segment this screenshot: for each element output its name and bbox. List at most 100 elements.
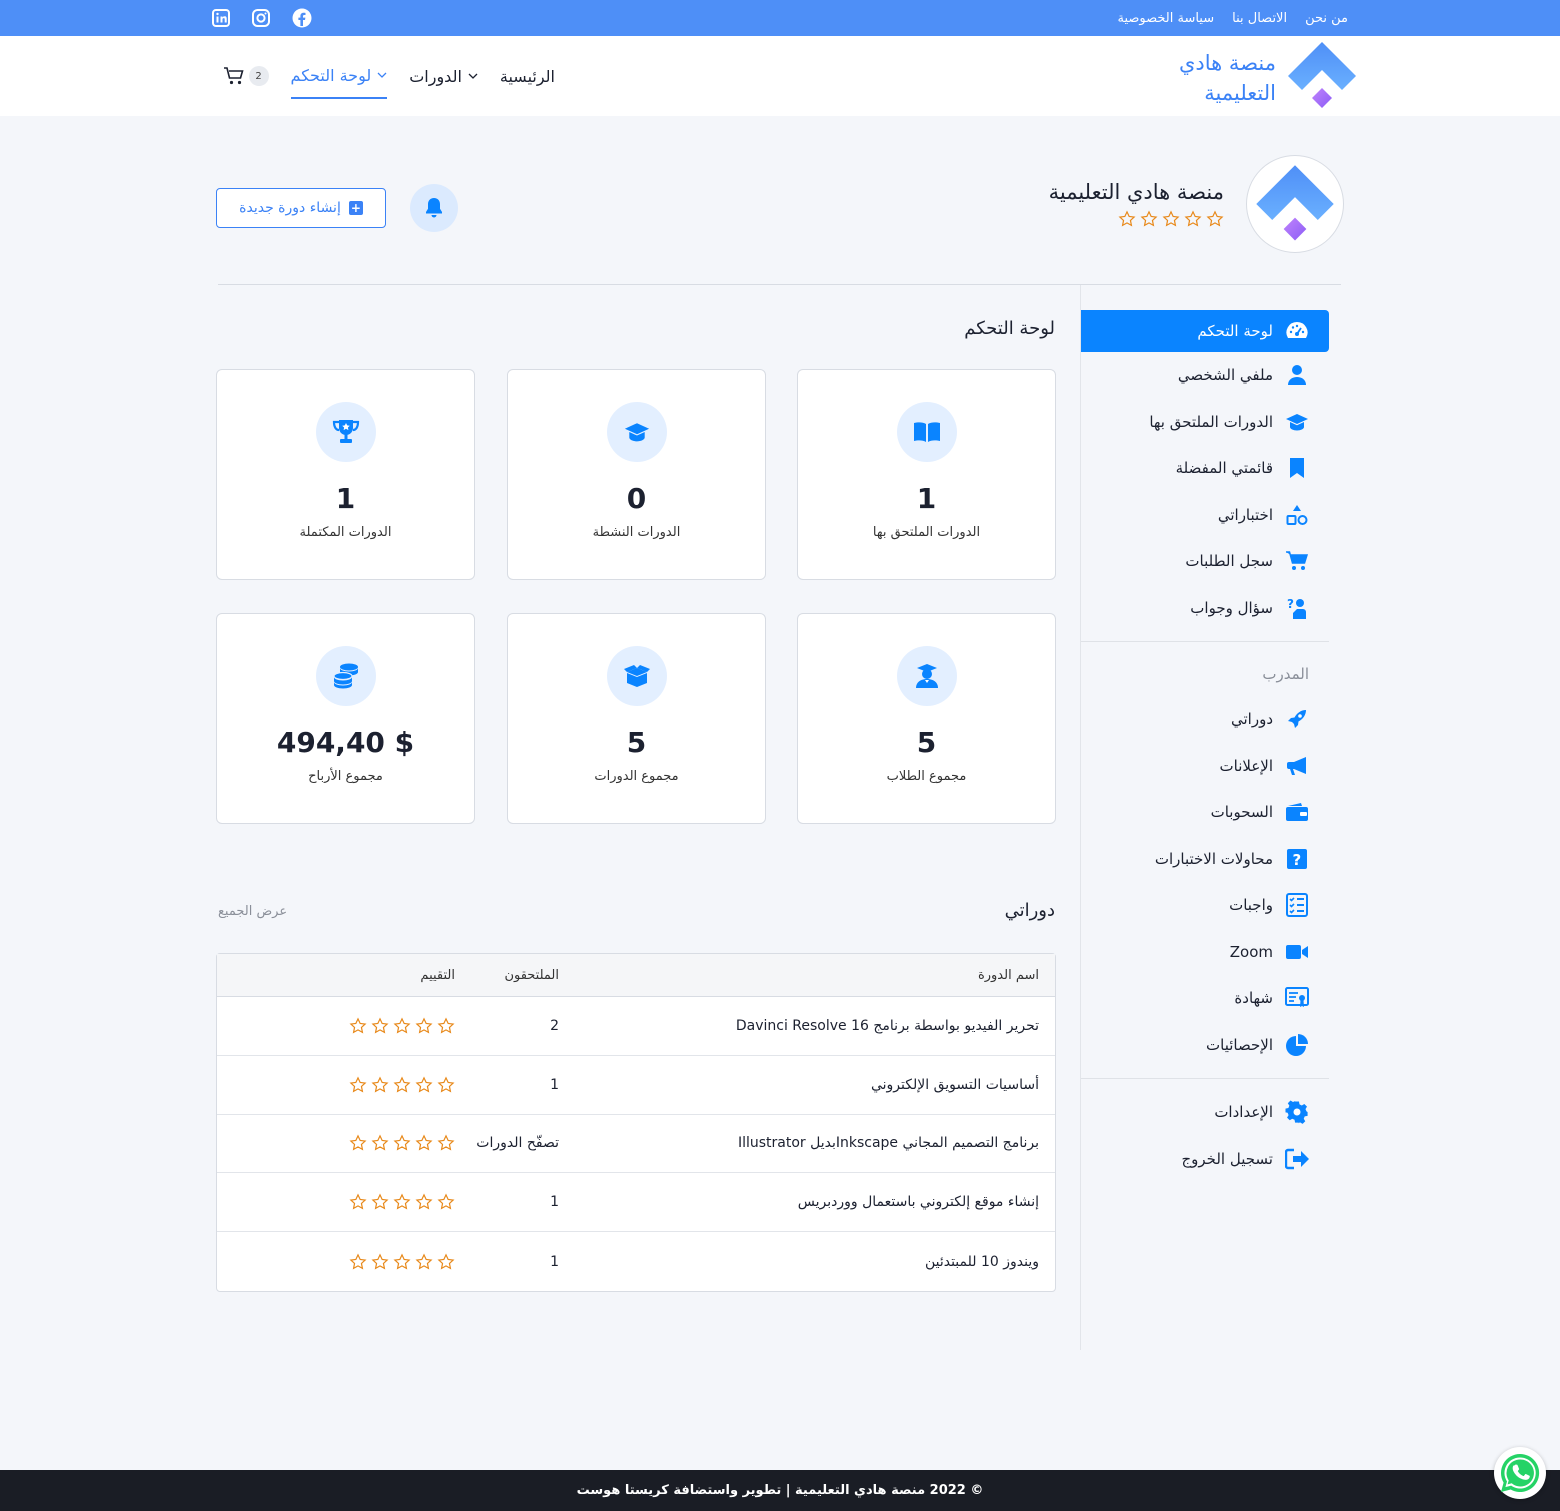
sidebar-item-withdrawals[interactable]: السحوبات xyxy=(1081,789,1329,836)
sidebar-item-label: محاولات الاختبارات xyxy=(1154,849,1273,868)
course-rating xyxy=(285,1193,455,1211)
social-links xyxy=(212,8,312,28)
top-bar: من نحن الاتصال بنا سياسة الخصوصية xyxy=(0,0,1560,36)
sidebar-item-certificate[interactable]: شهادة xyxy=(1081,975,1329,1022)
assignment-icon xyxy=(1285,893,1309,918)
sidebar-item-logout[interactable]: تسجيل الخروج xyxy=(1081,1136,1329,1183)
cart-button[interactable]: 2 xyxy=(223,66,269,86)
stat-value: 1 xyxy=(335,482,356,515)
star-icon xyxy=(371,1134,389,1152)
profile-rating xyxy=(1049,210,1224,228)
sidebar-item-label: شهادة xyxy=(1234,989,1273,1008)
stat-label: مجموع الدورات xyxy=(594,769,679,784)
header-rating: التقييم xyxy=(285,968,455,983)
stat-label: الدورات الملتحق بها xyxy=(872,525,981,540)
view-all-link[interactable]: عرض الجميع xyxy=(218,904,287,919)
rocket-icon xyxy=(1285,707,1309,731)
stat-value: 0 xyxy=(626,482,647,515)
star-icon xyxy=(393,1193,411,1210)
sidebar-item-zoom[interactable]: Zoom xyxy=(1081,929,1329,976)
link-about[interactable]: من نحن xyxy=(1305,11,1348,26)
nav-home-label: الرئيسية xyxy=(499,66,555,86)
facebook-icon[interactable] xyxy=(292,8,312,28)
sidebar-item-label: واجبات xyxy=(1229,896,1273,915)
sidebar-item-label: سؤال وجواب xyxy=(1190,598,1273,617)
sidebar-item-label: السحوبات xyxy=(1210,803,1273,822)
star-icon xyxy=(415,1134,433,1152)
table-row[interactable]: أساسيات التسويق الإلكتروني 1 xyxy=(217,1056,1055,1115)
brand[interactable]: منصة هادي التعليمية xyxy=(1146,40,1358,116)
sidebar-item-orders[interactable]: سجل الطلبات xyxy=(1081,538,1329,585)
sidebar-item-settings[interactable]: الإعدادات xyxy=(1081,1089,1329,1136)
question-box-icon: ? xyxy=(1285,847,1309,871)
pie-chart-icon xyxy=(1285,1033,1309,1057)
star-icon xyxy=(437,1017,455,1034)
create-course-label: إنشاء دورة جديدة xyxy=(239,200,341,216)
star-icon xyxy=(371,1017,389,1034)
nav-home[interactable]: الرئيسية xyxy=(500,53,555,99)
whatsapp-button[interactable] xyxy=(1494,1447,1546,1499)
profile-info: منصة هادي التعليمية xyxy=(1049,180,1224,228)
star-icon xyxy=(1184,210,1202,227)
course-enrolled: 1 xyxy=(550,1253,559,1270)
sidebar-heading-instructor: المدرب xyxy=(1262,665,1309,683)
sidebar-item-my-courses[interactable]: دوراتي xyxy=(1081,696,1329,743)
graduation-cap-icon xyxy=(606,402,667,462)
nav-dashboard[interactable]: لوحة التحكم xyxy=(290,53,388,99)
sidebar-item-wishlist[interactable]: قائمتي المفضلة xyxy=(1081,445,1329,492)
svg-text:?: ? xyxy=(1287,597,1294,611)
create-course-button[interactable]: + إنشاء دورة جديدة xyxy=(216,188,386,228)
stat-value: 5 xyxy=(626,726,647,759)
sidebar-item-profile[interactable]: ملفي الشخصي xyxy=(1081,352,1329,399)
bell-icon xyxy=(426,198,442,218)
stat-card-students: 5 مجموع الطلاب xyxy=(797,613,1056,824)
sidebar-item-qa[interactable]: ? سؤال وجواب xyxy=(1081,585,1329,632)
graduation-cap-icon xyxy=(1285,410,1309,434)
nav-courses[interactable]: الدورات xyxy=(409,53,478,99)
course-name[interactable]: إنشاء موقع إلكتروني باستعمال ووردبريس xyxy=(575,1194,1055,1210)
stat-value: 5 xyxy=(916,726,937,759)
sidebar-item-assignments[interactable]: واجبات xyxy=(1081,882,1329,929)
table-row[interactable]: إنشاء موقع إلكتروني باستعمال ووردبريس 1 xyxy=(217,1173,1055,1233)
sidebar-item-dashboard[interactable]: لوحة التحكم xyxy=(1081,310,1329,352)
brand-logo-icon xyxy=(1286,40,1358,116)
sidebar-item-quiz-attempts[interactable]: ? محاولات الاختبارات xyxy=(1081,836,1329,883)
stat-card-courses: 5 مجموع الدورات xyxy=(507,613,766,824)
stat-label: مجموع الطلاب xyxy=(886,769,967,784)
chevron-down-icon xyxy=(468,73,478,79)
star-icon xyxy=(349,1193,367,1210)
user-icon xyxy=(1285,363,1309,387)
sidebar-item-quizzes[interactable]: اختباراتي xyxy=(1081,492,1329,539)
dashboard-icon xyxy=(1285,319,1309,343)
quiz-shapes-icon xyxy=(1285,503,1309,527)
question-answer-icon: ? xyxy=(1285,596,1309,620)
course-rating xyxy=(285,1076,455,1094)
box-icon xyxy=(606,646,667,706)
notifications-button[interactable] xyxy=(410,184,458,232)
star-icon xyxy=(1140,210,1158,227)
sidebar-item-announcements[interactable]: الإعلانات xyxy=(1081,743,1329,790)
link-privacy[interactable]: سياسة الخصوصية xyxy=(1117,11,1214,26)
course-rating xyxy=(285,1017,455,1035)
instagram-icon[interactable] xyxy=(252,9,270,27)
star-icon xyxy=(371,1193,389,1210)
brand-line-2: التعليمية xyxy=(1204,81,1276,105)
course-name[interactable]: برنامج التصميم المجاني Inkscapeبديل Illu… xyxy=(575,1135,1055,1151)
whatsapp-icon xyxy=(1500,1453,1540,1492)
profile-header: منصة هادي التعليمية xyxy=(1049,155,1344,253)
course-name[interactable]: تحرير الفيديو بواسطة برنامج Davinci Reso… xyxy=(575,1018,1055,1034)
main-header: منصة هادي التعليمية الرئيسية الدورات لوح… xyxy=(0,36,1560,116)
course-name[interactable]: ويندوز 10 للمبتدئين xyxy=(575,1254,1055,1270)
course-name[interactable]: أساسيات التسويق الإلكتروني xyxy=(575,1077,1055,1093)
dashboard-title: لوحة التحكم xyxy=(964,318,1055,339)
table-row[interactable]: برنامج التصميم المجاني Inkscapeبديل Illu… xyxy=(217,1115,1055,1174)
link-contact[interactable]: الاتصال بنا xyxy=(1232,11,1287,26)
trophy-icon xyxy=(315,402,376,462)
linkedin-icon[interactable] xyxy=(212,9,230,27)
sidebar-item-statistics[interactable]: الإحصائيات xyxy=(1081,1022,1329,1069)
sidebar-item-enrolled[interactable]: الدورات الملتحق بها xyxy=(1081,399,1329,446)
course-enrolled[interactable]: تصفّح الدورات xyxy=(455,1135,575,1151)
star-icon xyxy=(437,1134,455,1152)
table-row[interactable]: ويندوز 10 للمبتدئين 1 xyxy=(217,1232,1055,1291)
table-row[interactable]: تحرير الفيديو بواسطة برنامج Davinci Reso… xyxy=(217,997,1055,1056)
